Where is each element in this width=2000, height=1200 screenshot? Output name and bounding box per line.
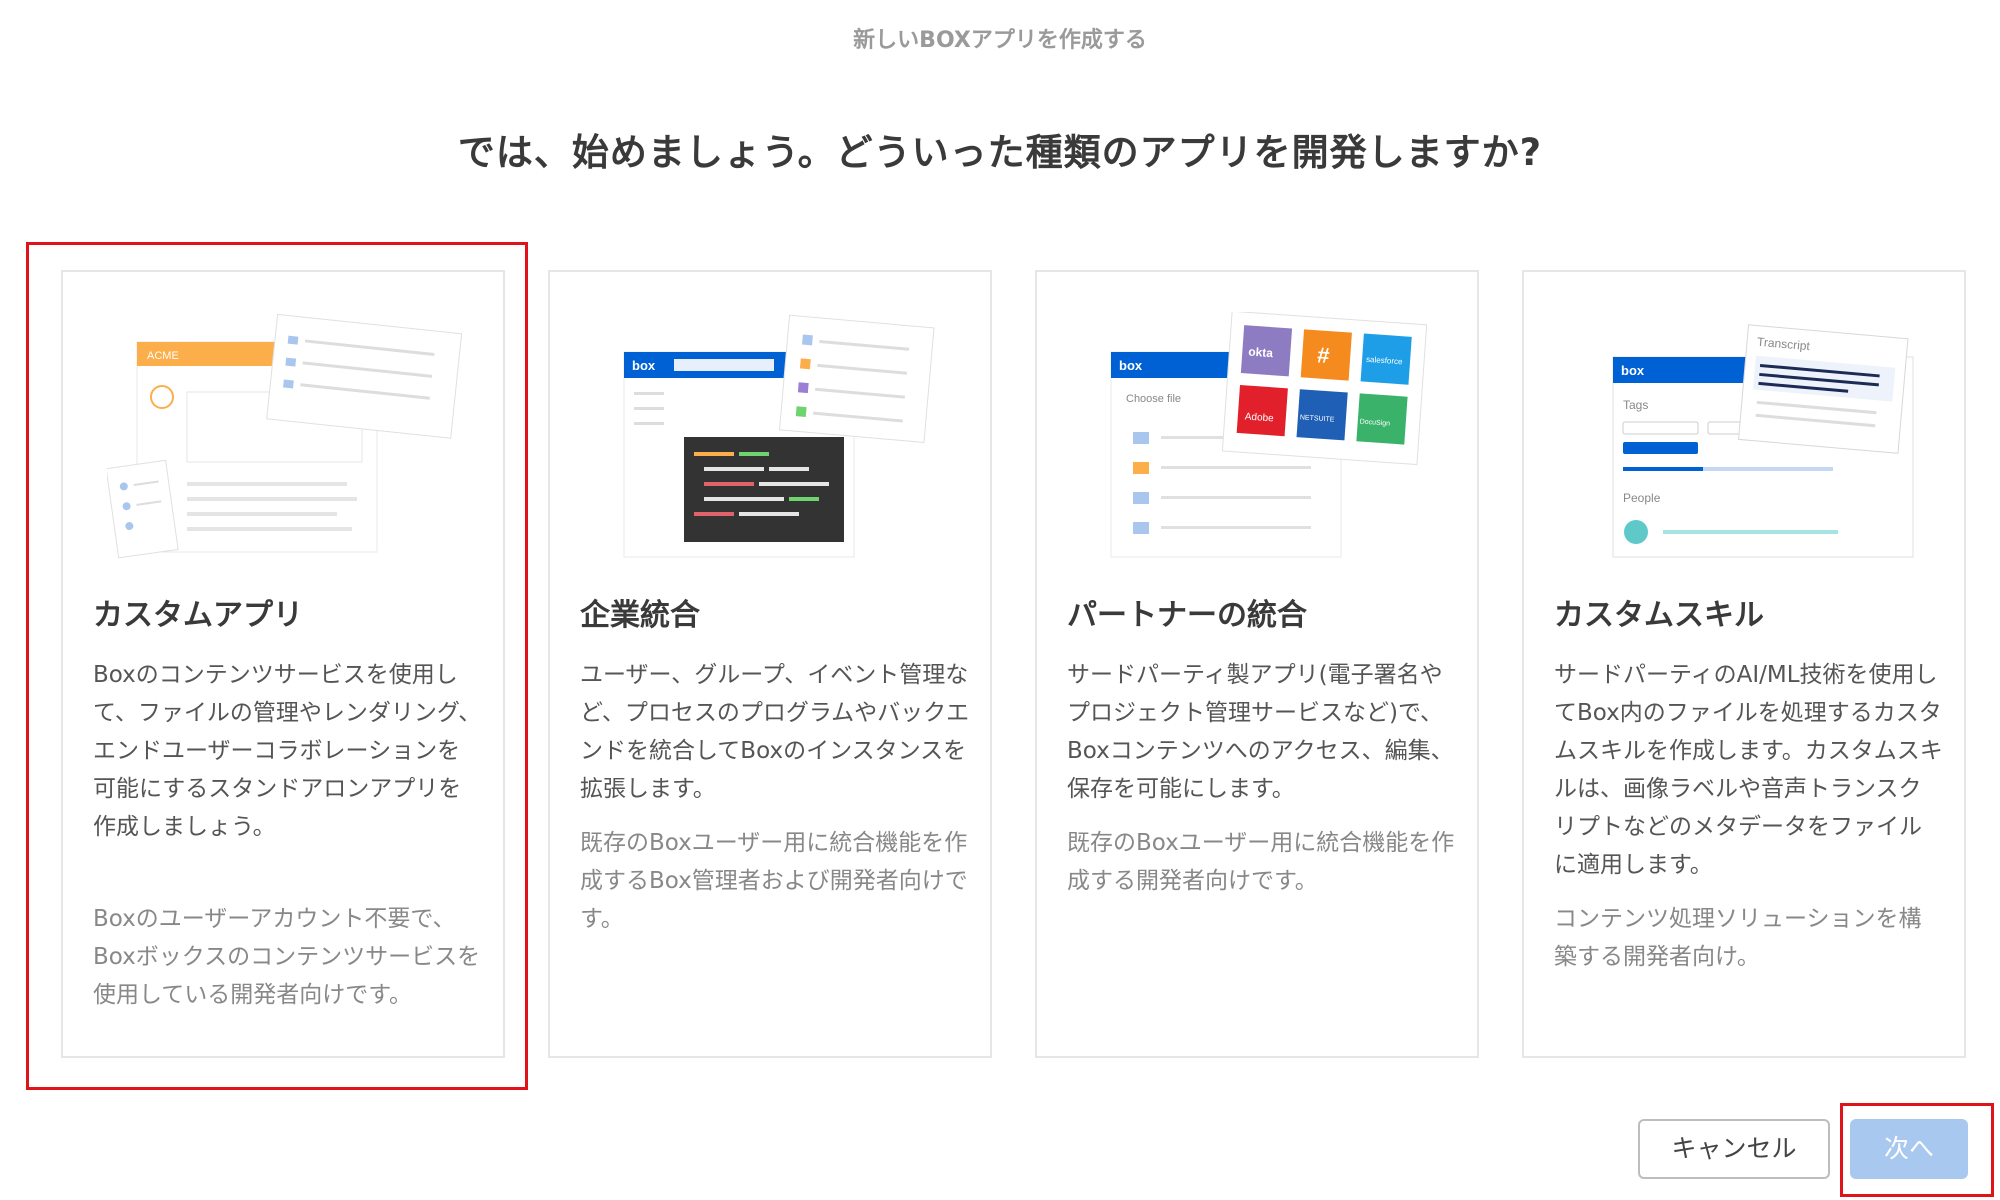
tags-label: Tags (1623, 398, 1648, 412)
page-heading: では、始めましょう。どういった種類のアプリを開発しますか? (457, 131, 1543, 174)
card-custom-app[interactable]: ACME カスタムアプリ Boxのコンテンツサービスを使用して、ファイルの管理や… (61, 270, 505, 1058)
people-label: People (1623, 491, 1661, 505)
okta-logo-text: okta (1248, 345, 1274, 361)
modal-title: 新しいBOXアプリを作成する (853, 28, 1147, 53)
card-description: ユーザー、グループ、イベント管理など、プロセスのプログラムやバックエンドを統合し… (580, 662, 970, 802)
box-logo-text: box (632, 358, 656, 373)
choose-file-label: Choose file (1126, 393, 1181, 405)
next-button[interactable]: 次へ (1850, 1119, 1968, 1179)
card-description: Boxのコンテンツサービスを使用して、ファイルの管理やレンダリング、エンドユーザ… (93, 662, 482, 840)
custom-app-illustration: ACME (107, 313, 463, 559)
card-note: コンテンツ処理ソリューションを構築する開発者向け。 (1554, 906, 1922, 970)
card-note: Boxのユーザーアカウント不要で、Boxボックスのコンテンツサービスを使用してい… (93, 906, 481, 1008)
acme-logo-text: ACME (147, 350, 179, 362)
card-enterprise-integration[interactable]: box 企業統合 ユーザー、グループ、イベント管理など、プロセスのプログラムやバ… (548, 270, 992, 1058)
cancel-button[interactable]: キャンセル (1638, 1119, 1830, 1179)
card-title: カスタムスキル (1554, 598, 1764, 633)
card-description: サードパーティのAI/ML技術を使用してBox内のファイルを処理するカスタムスキ… (1554, 662, 1943, 878)
box-logo-text: box (1119, 358, 1143, 373)
custom-skill-illustration: box Tags People Transcript (1612, 324, 1914, 558)
card-note: 既存のBoxユーザー用に統合機能を作成するBox管理者および開発者向けです。 (580, 830, 968, 932)
card-description: サードパーティ製アプリ(電子署名やプロジェクト管理サービスなど)で、Boxコンテ… (1067, 662, 1454, 802)
box-logo-text: box (1621, 363, 1645, 378)
card-title: パートナーの統合 (1067, 598, 1307, 633)
card-title: カスタムアプリ (93, 598, 303, 633)
card-title: 企業統合 (580, 598, 700, 633)
adobe-logo-text: Adobe (1244, 411, 1274, 424)
card-custom-skill[interactable]: box Tags People Transcript カスタムスキル サードパー… (1522, 270, 1966, 1058)
card-partner-integration[interactable]: box Choose file okta # salesforce Adobe … (1035, 270, 1479, 1058)
card-note: 既存のBoxユーザー用に統合機能を作成する開発者向けです。 (1067, 830, 1455, 894)
slack-logo-text: # (1316, 342, 1330, 368)
partner-integration-illustration: box Choose file okta # salesforce Adobe … (1110, 312, 1428, 558)
enterprise-integration-illustration: box (623, 314, 935, 558)
